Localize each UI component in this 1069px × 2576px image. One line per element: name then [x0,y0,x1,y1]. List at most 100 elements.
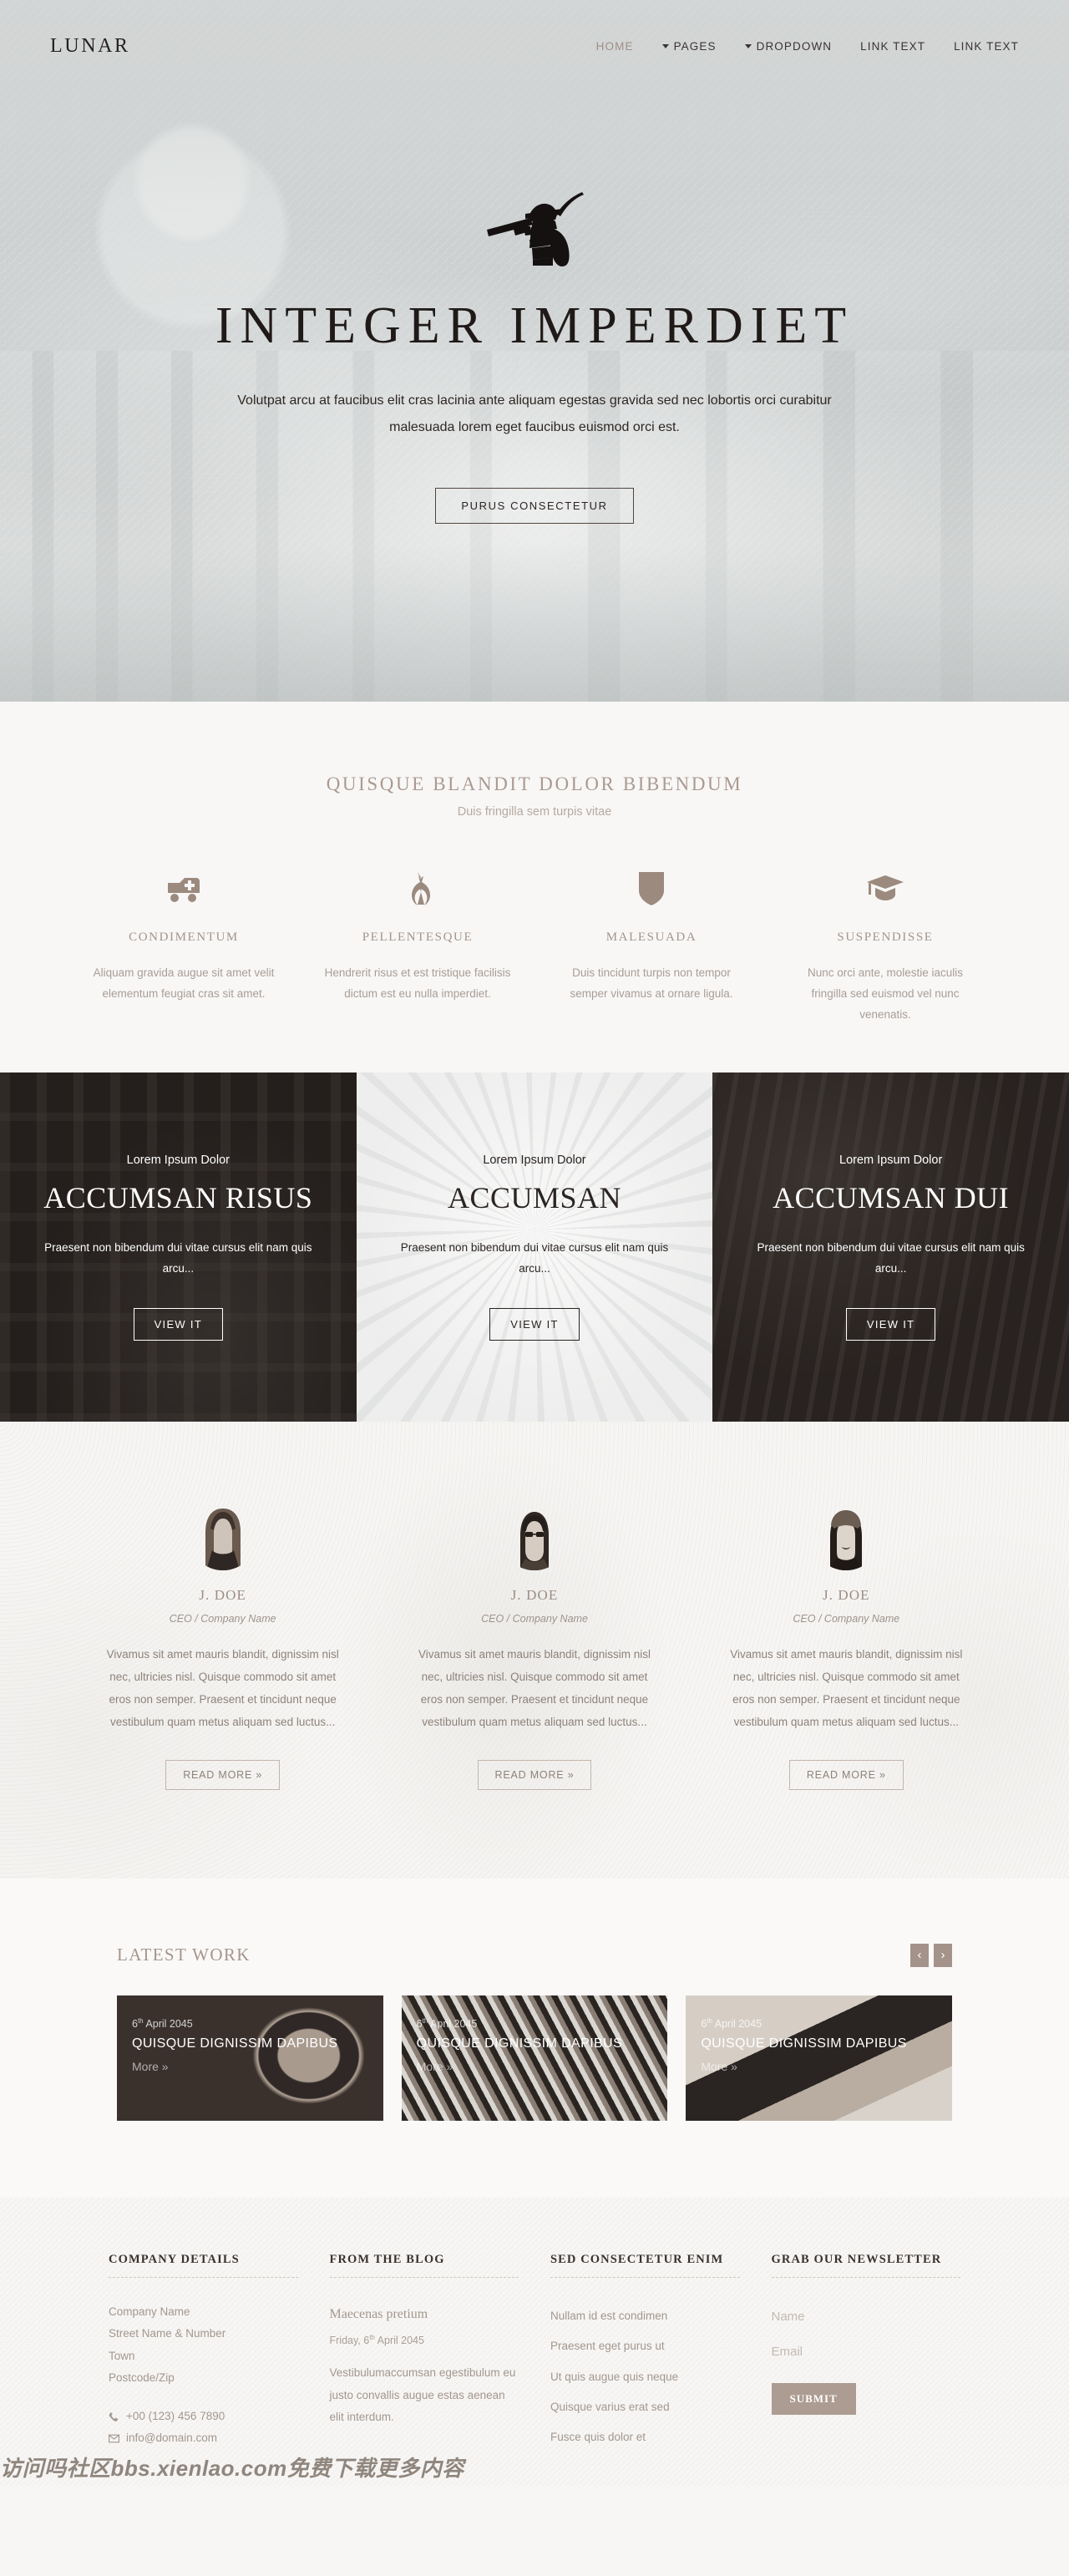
company-phone[interactable]: +00 (123) 456 7890 [109,2406,298,2427]
testimonial-name: J. DOE [510,1586,559,1603]
testimonial-card-1: J. DOE CEO / Company Name Vivamus sit am… [67,1502,378,1790]
hero-content: INTEGER IMPERDIET Volutpat arcu at fauci… [117,58,952,524]
panel-view-button[interactable]: VIEW IT [489,1308,580,1341]
testimonial-text: Vivamus sit amet mauris blandit, digniss… [106,1647,339,1728]
testimonial-read-more-button[interactable]: READ MORE » [788,1759,904,1790]
features-heading: QUISQUE BLANDIT DOLOR BIBENDUM Duis frin… [0,773,1069,819]
footer-column-blog: FROM THE BLOG Maecenas pretium Friday, 6… [329,2253,519,2453]
footer-newsletter-title: GRAB OUR NEWSLETTER [771,2253,960,2278]
feature-text: Hendrerit risus et est tristique facilis… [324,966,511,1000]
carousel-next-icon[interactable]: › [934,1943,952,1967]
features-grid: CONDIMENTUM Aliquam gravida augue sit am… [67,865,1002,1026]
footer-blog-title: FROM THE BLOG [329,2253,519,2278]
newsletter-submit-button[interactable]: SUBMIT [771,2382,856,2415]
features-title: QUISQUE BLANDIT DOLOR BIBENDUM [326,773,743,794]
newsletter-email-input[interactable] [771,2335,960,2371]
panel-view-button[interactable]: VIEW IT [845,1308,936,1341]
feature-name: PELLENTESQUE [362,931,474,944]
work-card-3[interactable]: 6th April 2045 QUISQUE DIGNISSIM DAPIBUS… [686,1995,952,2121]
nav-item-link-text-2[interactable]: LINK TEXT [954,40,1019,53]
nav-item-label: PAGES [673,40,717,53]
phone-icon [109,2411,119,2421]
woman-long-hair-avatar [189,1502,257,1570]
testimonial-role: CEO / Company Name [793,1612,900,1625]
work-card-2[interactable]: 6th April 2045 QUISQUE DIGNISSIM DAPIBUS… [401,1995,668,2121]
nav-item-pages[interactable]: PAGES [661,40,717,53]
nav-item-dropdown[interactable]: DROPDOWN [744,40,833,53]
footer-link[interactable]: Fusce quis dolor et [550,2422,740,2452]
showcase-panels: Lorem Ipsum Dolor ACCUMSAN RISUS Praesen… [0,1072,1069,1422]
nav-item-label: DROPDOWN [756,40,833,53]
rebel-alliance-icon [322,865,513,912]
feature-text: Duis tincidunt turpis non tempor semper … [570,966,733,1000]
testimonials-section: J. DOE CEO / Company Name Vivamus sit am… [0,1421,1069,1879]
panel-title: ACCUMSAN [447,1180,622,1214]
ambulance-icon [89,865,279,912]
shield-icon [556,865,747,912]
panel-kicker: Lorem Ipsum Dolor [839,1153,943,1167]
feature-name: SUSPENDISSE [837,931,934,944]
company-email[interactable]: info@domain.com [109,2427,298,2449]
newsletter-name-input[interactable] [771,2300,960,2336]
blog-post-excerpt: Vestibulumaccumsan egestibulum eu justo … [329,2366,516,2424]
carousel-prev-icon[interactable]: ‹ [910,1943,929,1967]
graduation-cap-icon [790,865,980,912]
chevron-down-icon [661,44,669,48]
nav-item-label: HOME [595,40,634,53]
footer-link[interactable]: Quisque varius erat sed [550,2392,740,2422]
company-line: Postcode/Zip [109,2371,175,2384]
nav-item-link-text-1[interactable]: LINK TEXT [860,40,925,53]
footer-link[interactable]: Nullam id est condimen [550,2301,740,2331]
nav-item-home[interactable]: HOME [596,40,634,53]
features-section: QUISQUE BLANDIT DOLOR BIBENDUM Duis frin… [0,702,1069,1072]
feature-item-suspendisse: SUSPENDISSE Nunc orci ante, molestie iac… [768,865,1002,1026]
footer-link[interactable]: Praesent eget purus ut [550,2331,740,2361]
latest-work-title: LATEST WORK [117,1945,251,1965]
man-glasses-avatar [500,1502,569,1570]
testimonial-role: CEO / Company Name [481,1612,588,1625]
work-title: QUISQUE DIGNISSIM DAPIBUS [132,2036,338,2051]
panel-text: Praesent non bibendum dui vitae cursus e… [757,1240,1025,1275]
hero-section: LUNAR HOME PAGES DROPDOWN LINK TEXT LINK [0,0,1069,702]
work-date: 6th April 2045 [416,2016,478,2031]
panel-text: Praesent non bibendum dui vitae cursus e… [44,1240,312,1275]
panel-text: Praesent non bibendum dui vitae cursus e… [400,1240,669,1275]
footer-column-newsletter: GRAB OUR NEWSLETTER SUBMIT [771,2253,960,2453]
footer-link[interactable]: Ut quis augue quis neque [550,2362,740,2392]
showcase-panel-accumsan-dui[interactable]: Lorem Ipsum Dolor ACCUMSAN DUI Praesent … [712,1072,1069,1422]
company-line: Street Name & Number [109,2327,226,2340]
footer-column-company: COMPANY DETAILS Company Name Street Name… [109,2253,298,2453]
hero-cta-button[interactable]: PURUS CONSECTETUR [435,488,634,524]
testimonial-card-3: J. DOE CEO / Company Name Vivamus sit am… [691,1502,1002,1790]
blog-post-title[interactable]: Maecenas pretium [330,2301,519,2327]
showcase-panel-accumsan[interactable]: Lorem Ipsum Dolor ACCUMSAN Praesent non … [356,1072,713,1422]
feature-item-malesuada: MALESUADA Duis tincidunt turpis non temp… [534,865,768,1026]
samurai-warrior-icon [117,183,952,275]
feature-text: Nunc orci ante, molestie iaculis fringil… [807,966,964,1021]
testimonial-text: Vivamus sit amet mauris blandit, digniss… [418,1647,651,1728]
work-more-link[interactable]: More » [701,2060,937,2073]
footer-company-title: COMPANY DETAILS [109,2253,298,2278]
feature-text: Aliquam gravida augue sit amet velit ele… [93,966,275,1000]
panel-title: ACCUMSAN RISUS [43,1180,313,1214]
hero-subtitle: Volutpat arcu at faucibus elit cras laci… [237,393,832,434]
panel-view-button[interactable]: VIEW IT [133,1308,224,1341]
panel-title: ACCUMSAN DUI [773,1180,1010,1214]
work-card-1[interactable]: 6th April 2045 QUISQUE DIGNISSIM DAPIBUS… [117,1995,383,2121]
footer-links-title: SED CONSECTETUR ENIM [550,2253,740,2278]
work-title: QUISQUE DIGNISSIM DAPIBUS [701,2036,907,2051]
work-more-link[interactable]: More » [417,2060,653,2073]
testimonials-grid: J. DOE CEO / Company Name Vivamus sit am… [67,1502,1002,1790]
nav-item-label: LINK TEXT [860,40,926,53]
testimonial-read-more-button[interactable]: READ MORE » [477,1759,592,1790]
work-more-link[interactable]: More » [132,2060,368,2073]
work-title: QUISQUE DIGNISSIM DAPIBUS [416,2036,623,2051]
main-navigation: HOME PAGES DROPDOWN LINK TEXT LINK TEXT [596,40,1019,53]
site-logo[interactable]: LUNAR [50,35,130,58]
work-date: 6th April 2045 [701,2016,762,2031]
testimonial-read-more-button[interactable]: READ MORE » [165,1759,281,1790]
showcase-panel-accumsan-risus[interactable]: Lorem Ipsum Dolor ACCUMSAN RISUS Praesen… [0,1072,357,1422]
blog-post-date: Friday, 6th April 2045 [329,2333,424,2347]
carousel-controls: ‹ › [910,1943,952,1967]
latest-work-header: LATEST WORK ‹ › [117,1943,952,1967]
